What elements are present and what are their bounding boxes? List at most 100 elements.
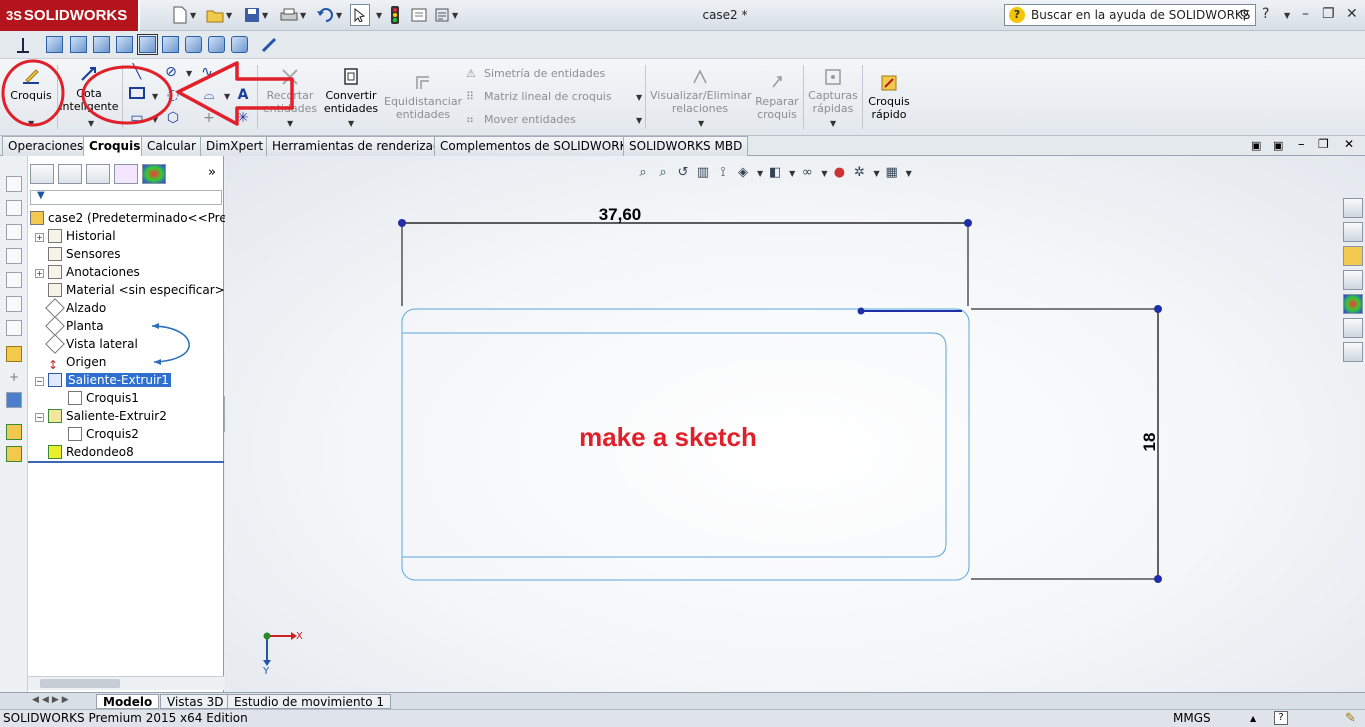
solidworks-forum-icon[interactable] [1343, 342, 1363, 362]
cut-icon[interactable] [6, 272, 22, 288]
edit-sketch-status-icon[interactable]: ✎ [1345, 710, 1356, 727]
help-search-input[interactable]: ? Buscar en la ayuda de SOLIDWORKS ⚲ [1004, 4, 1256, 26]
loft-icon[interactable] [6, 248, 22, 264]
cut-revolve-icon[interactable] [6, 296, 22, 312]
dim-endpoint[interactable] [1154, 305, 1162, 313]
chevron-down-icon[interactable]: ▼ [88, 119, 94, 128]
tile-icon[interactable]: ▣ [1251, 139, 1261, 152]
collapse-icon[interactable]: − [35, 377, 44, 386]
tab-complementos[interactable]: Complementos de SOLIDWORKS [434, 136, 642, 156]
tree-item-origen[interactable]: ↕ Origen [48, 353, 106, 371]
collapse-icon[interactable]: − [35, 413, 44, 422]
select-button[interactable] [350, 4, 370, 26]
tree-item-vista-lateral[interactable]: Vista lateral [45, 334, 138, 354]
chevron-down-icon[interactable]: ▼ [28, 119, 34, 128]
feature-tree-tab-icon[interactable] [30, 164, 54, 184]
tree-item-croquis2[interactable]: Croquis2 [68, 425, 139, 443]
croquis-rapido-button[interactable]: Croquis rápido [864, 73, 914, 121]
visualizar-relaciones-button[interactable]: Visualizar/Eliminar relaciones [650, 67, 752, 115]
dimension-vertical-value[interactable]: 18 [1140, 433, 1159, 452]
chevron-down-icon[interactable]: ▼ [636, 93, 642, 102]
tree-item-material[interactable]: Material <sin especificar> [48, 281, 225, 299]
chevron-down-icon[interactable]: ▼ [348, 119, 354, 128]
open-button[interactable]: ▼ [206, 4, 232, 26]
rollback-bar[interactable] [28, 461, 224, 463]
save-button[interactable]: ▼ [244, 4, 268, 26]
appearances-icon[interactable] [1343, 294, 1363, 314]
section-view-icon[interactable] [14, 36, 32, 54]
tree-item-planta[interactable]: Planta [45, 316, 104, 336]
convertir-entidades-button[interactable]: Convertir entidades [322, 67, 380, 115]
tab-solidworks-mbd[interactable]: SOLIDWORKS MBD [623, 136, 749, 156]
tree-filter-input[interactable]: ▼ [30, 190, 222, 205]
fillet-tool-icon[interactable]: ⌓ [200, 86, 218, 104]
reparar-croquis-button[interactable]: Reparar croquis [752, 73, 802, 121]
tab-vistas-3d[interactable]: Vistas 3D [160, 694, 231, 709]
tab-operaciones[interactable]: Operaciones [2, 136, 90, 156]
tab-herramientas-renderizado[interactable]: Herramientas de renderizado [266, 136, 454, 156]
arc-tool-icon[interactable]: ◌ [164, 86, 182, 104]
doc-minimize-icon[interactable]: – [1298, 137, 1305, 152]
help-icon[interactable]: ? [1262, 6, 1269, 22]
polygon-tool-icon[interactable]: ⬡ [164, 109, 182, 127]
view-front-icon[interactable] [46, 36, 63, 53]
chevron-down-icon[interactable]: ▼ [636, 116, 642, 125]
chevron-down-icon[interactable]: ▼ [698, 119, 704, 128]
search-icon[interactable]: ⚲ [1239, 6, 1249, 25]
simetria-entidades-button[interactable]: ⚠ Simetría de entidades [466, 67, 636, 80]
point-tool-icon[interactable]: + [200, 109, 218, 127]
tab-estudio-movimiento[interactable]: Estudio de movimiento 1 [227, 694, 392, 709]
undo-button[interactable]: ▼ [316, 4, 342, 26]
tab-croquis[interactable]: Croquis [83, 136, 147, 156]
croquis-button[interactable]: Croquis [7, 67, 55, 102]
chevron-down-icon[interactable]: ▼ [376, 11, 382, 20]
solidworks-resources-icon[interactable] [1343, 198, 1363, 218]
chevron-down-icon[interactable]: ▼ [152, 115, 158, 124]
print-button[interactable]: ▼ [280, 4, 306, 26]
restore-icon[interactable]: ❐ [1322, 6, 1335, 22]
solidworks-logo[interactable]: 3S SOLIDWORKS [0, 0, 140, 31]
spline-tool-icon[interactable]: ∿ [198, 63, 216, 81]
tab-calcular[interactable]: Calcular [141, 136, 202, 156]
view-left-icon[interactable] [93, 36, 110, 53]
chevron-down-icon[interactable]: ▼ [152, 92, 158, 101]
expand-icon[interactable]: + [35, 233, 44, 242]
sketch-canvas[interactable]: 37,60 18 make a sketch X Y [225, 156, 1365, 692]
view-right-icon[interactable] [116, 36, 133, 53]
centerline-tool-icon[interactable]: ✳ [234, 109, 252, 127]
tree-item-sensores[interactable]: Sensores [48, 245, 121, 263]
tree-item-redondeo8[interactable]: Redondeo8 [48, 443, 134, 461]
view-back-icon[interactable] [70, 36, 87, 53]
cota-inteligente-button[interactable]: Cota inteligente [58, 65, 120, 113]
tree-horizontal-scrollbar[interactable] [28, 676, 224, 690]
view-dimetric-icon[interactable] [231, 36, 248, 53]
view-top-icon[interactable] [137, 34, 158, 55]
text-tool-icon[interactable]: A [234, 86, 252, 104]
dim-endpoint[interactable] [398, 219, 406, 227]
rebuild-button[interactable] [390, 4, 400, 26]
shell-icon[interactable] [6, 320, 22, 336]
doc-close-icon[interactable]: ✕ [1344, 137, 1354, 151]
view-trimetric-icon[interactable] [208, 36, 225, 53]
tree-root[interactable]: case2 (Predeterminado<<Predet [30, 209, 246, 227]
view-palette-icon[interactable] [1343, 270, 1363, 290]
chevron-down-icon[interactable]: ▼ [186, 69, 192, 78]
feature2-icon[interactable] [6, 446, 22, 462]
recortar-entidades-button[interactable]: Recortar entidades [260, 67, 320, 115]
instant3d-icon[interactable] [6, 392, 22, 408]
edit-sketch-icon[interactable] [6, 346, 22, 362]
extrude-icon[interactable] [6, 176, 22, 192]
sweep-icon[interactable] [6, 224, 22, 240]
tree-item-historial[interactable]: Historial [48, 227, 116, 245]
rectangle-tool-icon[interactable] [128, 86, 146, 104]
dimension-horizontal-value[interactable]: 37,60 [599, 205, 642, 224]
chevron-down-icon[interactable]: ▼ [830, 119, 836, 128]
options-button[interactable]: ▼ [434, 4, 458, 26]
chevron-down-icon[interactable]: ▲ [1250, 710, 1256, 727]
file-properties-button[interactable] [410, 4, 428, 26]
normal-to-icon[interactable] [260, 36, 278, 54]
view-bottom-icon[interactable] [162, 36, 179, 53]
units-selector[interactable]: MMGS [1173, 710, 1211, 727]
design-library-icon[interactable] [1343, 222, 1363, 242]
display-manager-tab-icon[interactable] [142, 164, 166, 184]
